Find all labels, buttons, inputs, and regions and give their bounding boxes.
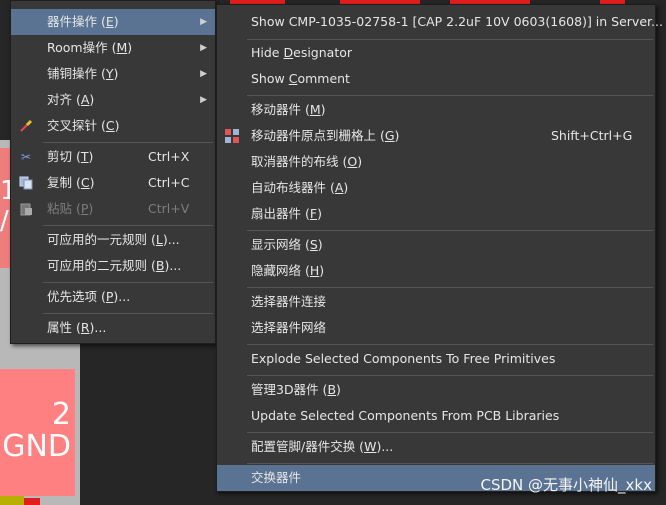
menu-item-preferences[interactable]: 优先选项 (P)... xyxy=(11,284,215,310)
menu-separator xyxy=(247,463,653,464)
menu-item-paste[interactable]: 粘贴 (P) Ctrl+V xyxy=(11,196,215,222)
menu-item-hide-designator[interactable]: Hide Designator xyxy=(217,40,655,66)
shortcut-label: Ctrl+X xyxy=(148,149,190,164)
pad-1-label: 1/ xyxy=(0,176,10,236)
pad-2-label: 2 GND xyxy=(2,397,71,464)
menu-item-binary-rules[interactable]: 可应用的二元规则 (B)... xyxy=(11,253,215,279)
menu-separator xyxy=(247,230,653,231)
pad-marker xyxy=(0,496,24,505)
copy-icon xyxy=(19,176,33,190)
paste-icon xyxy=(19,202,33,216)
menu-item-explode-components[interactable]: Explode Selected Components To Free Prim… xyxy=(217,346,655,372)
menu-separator xyxy=(43,313,213,314)
shortcut-label: Shift+Ctrl+G xyxy=(551,128,633,143)
pcb-pad-2: 2 GND xyxy=(0,369,75,496)
menu-item-show-nets[interactable]: 显示网络 (S) xyxy=(217,232,655,258)
submenu-arrow-icon: ▶ xyxy=(200,43,207,53)
component-actions-submenu: Show CMP-1035-02758-1 [CAP 2.2uF 10V 060… xyxy=(216,4,663,492)
menu-item-hide-nets[interactable]: 隐藏网络 (H) xyxy=(217,258,655,284)
menu-item-move-origin-to-grid[interactable]: 移动器件原点到栅格上 (G) Shift+Ctrl+G xyxy=(217,123,655,149)
menu-item-copy[interactable]: 复制 (C) Ctrl+C xyxy=(11,170,215,196)
scissors-icon: ✂ xyxy=(20,150,32,164)
shortcut-label: Ctrl+V xyxy=(148,201,190,216)
menu-item-show-comment[interactable]: Show Comment xyxy=(217,66,655,92)
menu-item-manage-3d[interactable]: 管理3D器件 (B) xyxy=(217,377,655,403)
menu-item-update-from-libraries[interactable]: Update Selected Components From PCB Libr… xyxy=(217,403,655,429)
menu-item-fanout-component[interactable]: 扇出器件 (F) xyxy=(217,201,655,227)
menu-item-polygon-actions[interactable]: 铺铜操作 (Y) ▶ xyxy=(11,61,215,87)
pcb-pad-1: 1/ xyxy=(0,148,10,268)
menu-item-properties[interactable]: 属性 (R)... xyxy=(11,315,215,341)
context-menu: 器件操作 (E) ▶ Room操作 (M) ▶ 铺铜操作 (Y) ▶ 对齐 (A… xyxy=(10,0,216,344)
probe-icon xyxy=(19,119,33,133)
menu-item-room-actions[interactable]: Room操作 (M) ▶ xyxy=(11,35,215,61)
submenu-arrow-icon: ▶ xyxy=(200,69,207,79)
shortcut-label: Ctrl+C xyxy=(148,175,190,190)
menu-separator xyxy=(247,375,653,376)
menu-separator xyxy=(247,287,653,288)
menu-item-autoroute-component[interactable]: 自动布线器件 (A) xyxy=(217,175,655,201)
menu-separator xyxy=(43,142,213,143)
menu-item-unary-rules[interactable]: 可应用的一元规则 (L)... xyxy=(11,227,215,253)
submenu-arrow-icon: ▶ xyxy=(200,17,207,27)
menu-separator xyxy=(43,225,213,226)
menu-item-select-connections[interactable]: 选择器件连接 xyxy=(217,289,655,315)
menu-item-move-component[interactable]: 移动器件 (M) xyxy=(217,97,655,123)
watermark: CSDN @无事小神仙_xkx xyxy=(480,476,652,494)
menu-separator xyxy=(247,344,653,345)
submenu-arrow-icon: ▶ xyxy=(200,95,207,105)
menu-item-pin-swap-config[interactable]: 配置管脚/器件交换 (W)... xyxy=(217,434,655,460)
menu-separator xyxy=(247,95,653,96)
menu-separator xyxy=(247,432,653,433)
menu-item-component-actions[interactable]: 器件操作 (E) ▶ xyxy=(11,9,215,35)
menu-item-select-nets[interactable]: 选择器件网络 xyxy=(217,315,655,341)
menu-item-cross-probe[interactable]: 交叉探针 (C) xyxy=(11,113,215,139)
grid-origin-icon xyxy=(225,129,239,143)
menu-item-align[interactable]: 对齐 (A) ▶ xyxy=(11,87,215,113)
menu-item-cut[interactable]: ✂ 剪切 (T) Ctrl+X xyxy=(11,144,215,170)
menu-item-unroute-component[interactable]: 取消器件的布线 (O) xyxy=(217,149,655,175)
menu-item-show-in-server[interactable]: Show CMP-1035-02758-1 [CAP 2.2uF 10V 060… xyxy=(217,9,663,35)
menu-separator xyxy=(43,282,213,283)
